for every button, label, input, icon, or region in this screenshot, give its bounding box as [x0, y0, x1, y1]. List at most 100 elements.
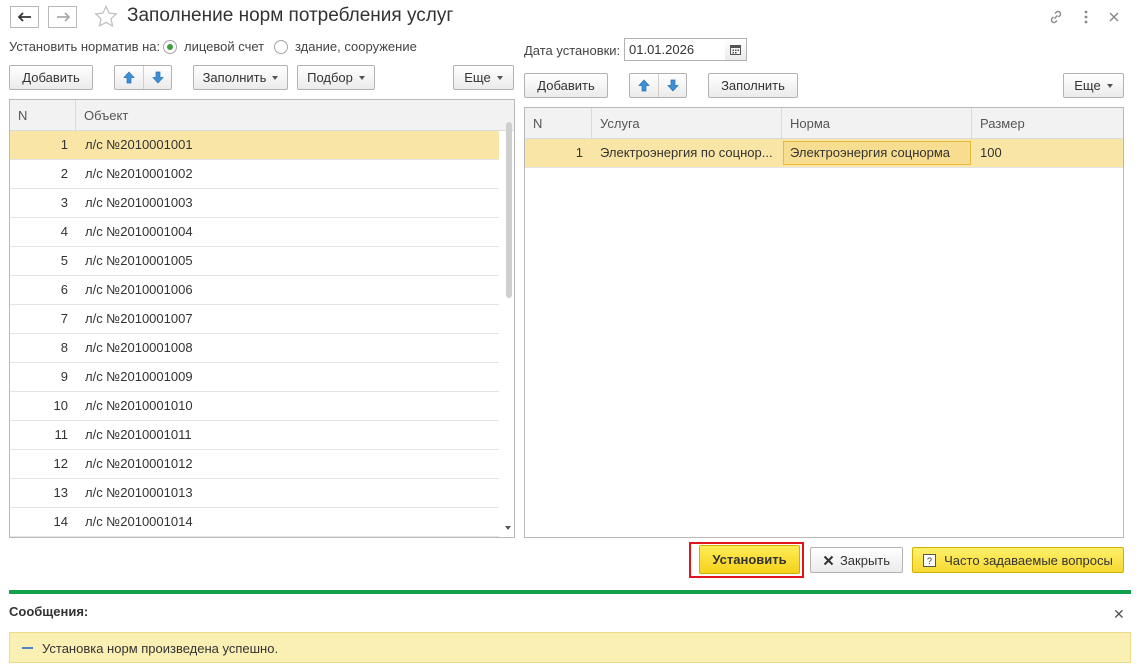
faq-button[interactable]: ? Часто задаваемые вопросы — [912, 547, 1124, 573]
row-number: 10 — [53, 398, 68, 413]
column-header-service[interactable]: Услуга — [592, 108, 782, 139]
row-size: 100 — [980, 145, 1002, 160]
left-more-button[interactable]: Еще — [453, 65, 514, 90]
radio-building-label[interactable]: здание, сооружение — [295, 39, 417, 54]
row-number: 12 — [53, 456, 68, 471]
close-button-label: Закрыть — [839, 552, 891, 568]
arrow-down-icon — [151, 71, 164, 84]
table-row[interactable]: 8 л/с №2010001008 — [10, 334, 499, 363]
row-number: 9 — [60, 369, 68, 384]
right-move-down-button[interactable] — [658, 74, 686, 97]
row-object: л/с №2010001007 — [85, 311, 193, 326]
row-object: л/с №2010001011 — [85, 427, 192, 442]
table-row[interactable]: 14 л/с №2010001014 — [10, 508, 499, 537]
row-number: 3 — [60, 195, 68, 210]
table-row[interactable]: 1 л/с №2010001001 — [10, 131, 499, 160]
row-object: л/с №2010001004 — [85, 224, 193, 239]
close-button[interactable]: Закрыть — [810, 547, 903, 573]
arrow-right-icon — [56, 12, 70, 22]
arrow-up-icon — [123, 71, 135, 84]
objects-table[interactable]: N Объект 1 л/с №2010001001 2 л/с №201000100… — [9, 99, 515, 538]
favorite-star-icon[interactable] — [94, 4, 118, 31]
radio-personal-account[interactable] — [163, 40, 177, 54]
left-fill-label: Заполнить — [202, 70, 267, 85]
left-add-label: Добавить — [22, 70, 80, 85]
radio-personal-account-label[interactable]: лицевой счет — [184, 39, 264, 54]
table-row[interactable]: 2 л/с №2010001002 — [10, 160, 499, 189]
services-table-header: N Услуга Норма Размер — [525, 108, 1123, 139]
chevron-down-icon — [1106, 83, 1113, 88]
right-more-label: Еще — [1074, 78, 1101, 93]
back-button[interactable] — [10, 6, 39, 28]
services-table[interactable]: N Услуга Норма Размер 1 Электроэнергия по… — [524, 107, 1124, 538]
messages-separator — [9, 590, 1131, 594]
left-move-down-button[interactable] — [143, 66, 171, 89]
table-row[interactable]: 7 л/с №2010001007 — [10, 305, 499, 334]
table-row[interactable]: 9 л/с №2010001009 — [10, 363, 499, 392]
row-number: 6 — [60, 282, 68, 297]
row-number: 11 — [54, 427, 69, 442]
right-add-button[interactable]: Добавить — [524, 73, 608, 98]
left-more-label: Еще — [464, 70, 491, 85]
message-text: Установка норм произведена успешно. — [42, 641, 279, 656]
column-header-object[interactable]: Объект — [76, 100, 499, 131]
row-object: л/с №2010001013 — [85, 485, 193, 500]
radio-building[interactable] — [274, 40, 288, 54]
norm-target-label: Установить норматив на: — [9, 39, 161, 54]
scroll-down-icon[interactable] — [505, 526, 511, 530]
row-norm-field[interactable]: Электроэнергия соцнорма — [783, 141, 971, 165]
row-number: 1 — [60, 137, 68, 152]
right-fill-button[interactable]: Заполнить — [708, 73, 798, 98]
row-number: 8 — [60, 340, 68, 355]
table-row[interactable]: 4 л/с №2010001004 — [10, 218, 499, 247]
column-header-size[interactable]: Размер — [972, 108, 1123, 139]
date-label: Дата установки: — [524, 43, 621, 58]
row-number: 13 — [53, 485, 68, 500]
forward-button[interactable] — [48, 6, 77, 28]
close-icon — [823, 555, 834, 565]
right-more-button[interactable]: Еще — [1063, 73, 1124, 98]
row-object: л/с №2010001008 — [85, 340, 193, 355]
left-move-buttons — [114, 65, 172, 90]
right-fill-label: Заполнить — [721, 78, 785, 93]
table-row[interactable]: 12 л/с №2010001012 — [10, 450, 499, 479]
row-object: л/с №2010001003 — [85, 195, 193, 210]
column-header-norm[interactable]: Норма — [782, 108, 972, 139]
objects-scrollbar[interactable] — [506, 122, 512, 298]
table-row[interactable]: 5 л/с №2010001005 — [10, 247, 499, 276]
table-row[interactable]: 1 Электроэнергия по соцнор... Электроэнерг… — [525, 139, 1123, 168]
row-object: л/с №2010001006 — [85, 282, 193, 297]
link-icon[interactable] — [1046, 7, 1066, 27]
message-item[interactable]: Установка норм произведена успешно. — [9, 632, 1131, 663]
message-dash-icon — [22, 647, 33, 649]
table-row[interactable]: 10 л/с №2010001010 — [10, 392, 499, 421]
date-input[interactable]: 01.01.2026 — [624, 38, 726, 61]
messages-close-icon[interactable]: ✕ — [1113, 606, 1125, 623]
close-window-icon[interactable] — [1104, 7, 1124, 27]
right-move-up-button[interactable] — [630, 74, 658, 97]
left-move-up-button[interactable] — [115, 66, 143, 89]
left-select-button[interactable]: Подбор — [297, 65, 375, 90]
more-vertical-icon[interactable] — [1076, 7, 1096, 27]
table-row[interactable]: 11 л/с №2010001011 — [10, 421, 499, 450]
table-row[interactable]: 3 л/с №2010001003 — [10, 189, 499, 218]
row-service: Электроэнергия по соцнор... — [600, 145, 773, 160]
chevron-down-icon — [272, 75, 279, 80]
table-row[interactable]: 13 л/с №2010001013 — [10, 479, 499, 508]
arrow-left-icon — [17, 12, 31, 22]
left-add-button[interactable]: Добавить — [9, 65, 93, 90]
calendar-button[interactable] — [725, 38, 747, 61]
arrow-down-icon — [666, 79, 679, 92]
calendar-icon — [730, 45, 741, 55]
row-object: л/с №2010001012 — [85, 456, 193, 471]
table-row[interactable]: 6 л/с №2010001006 — [10, 276, 499, 305]
left-fill-button[interactable]: Заполнить — [193, 65, 288, 90]
row-number: 1 — [575, 145, 583, 160]
column-header-n[interactable]: N — [525, 108, 592, 139]
row-number: 5 — [60, 253, 68, 268]
left-select-label: Подбор — [307, 70, 353, 85]
right-move-buttons — [629, 73, 687, 98]
row-object: л/с №2010001014 — [85, 514, 193, 529]
messages-title: Сообщения: — [9, 604, 89, 619]
column-header-n[interactable]: N — [10, 100, 76, 131]
